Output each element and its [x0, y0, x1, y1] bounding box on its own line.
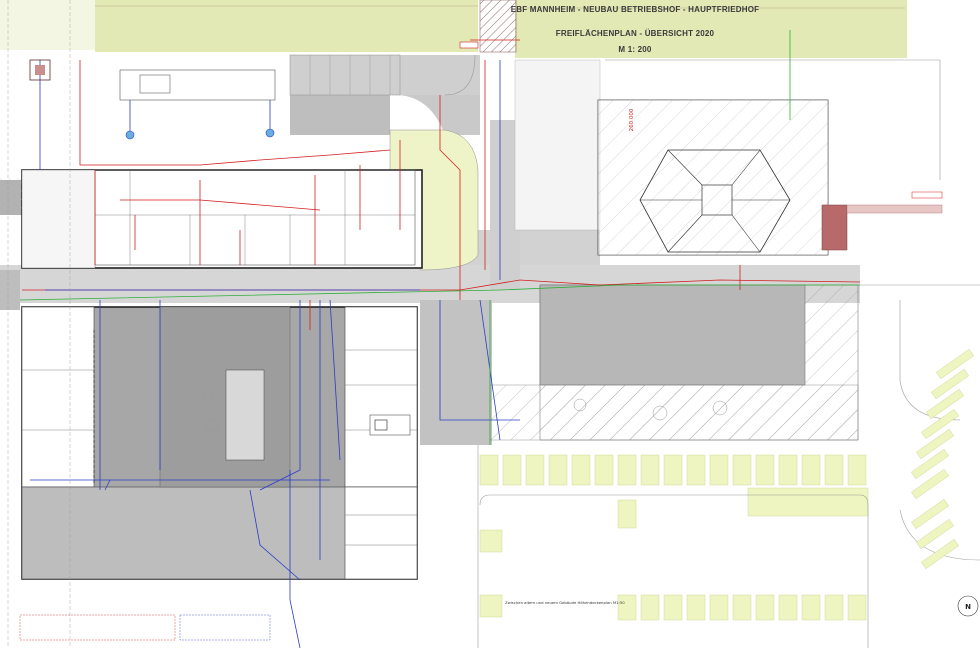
shaft-marker [265, 128, 275, 138]
legend-strip [19, 614, 271, 641]
north-arrow: N [957, 595, 979, 617]
parking-bays [479, 454, 869, 621]
footnote-text: Zwischen altem und neuem Gebäude Höhende… [505, 600, 625, 605]
title-block: EBF MANNHEIM - NEUBAU BETRIEBSHOF - HAUP… [505, 4, 765, 56]
shaft-marker [125, 130, 135, 140]
site-plan-drawing: N 260 000 Zwischen altem und neuem Gebäu… [0, 0, 980, 648]
existing-building-roof [597, 99, 943, 256]
diagonal-parking-right [911, 348, 974, 570]
building-height-label: 260 000 [629, 108, 635, 131]
title-line-2: FREIFLÄCHENPLAN - ÜBERSICHT 2020 [555, 29, 715, 38]
north-mark: N [965, 603, 971, 611]
building-hall [21, 306, 418, 580]
site-plan-canvas: N 260 000 Zwischen altem und neuem Gebäu… [0, 0, 980, 648]
meadow-area [0, 0, 907, 58]
footnote-label: Zwischen altem und neuem Gebäude Höhende… [505, 600, 625, 605]
hatched-parking-area [489, 284, 859, 441]
building-north [0, 169, 423, 269]
title-line-1: EBF MANNHEIM - NEUBAU BETRIEBSHOF - HAUP… [510, 5, 760, 14]
title-line-3: M 1: 200 [618, 45, 652, 54]
